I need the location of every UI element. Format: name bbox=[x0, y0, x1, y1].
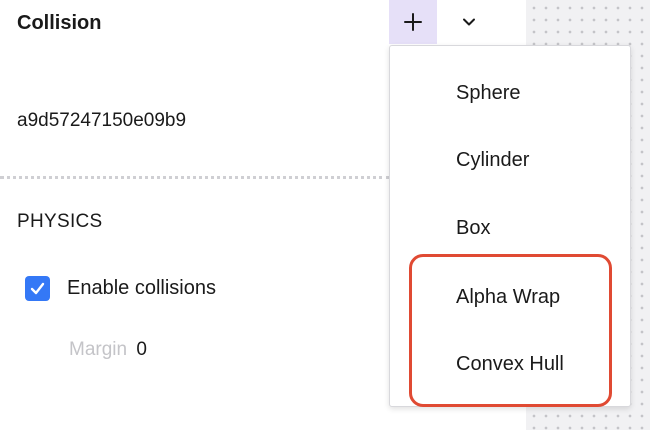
enable-collisions-row[interactable]: Enable collisions bbox=[25, 276, 216, 301]
margin-field[interactable]: Margin 0 bbox=[69, 339, 147, 361]
section-divider bbox=[0, 176, 390, 179]
enable-collisions-label: Enable collisions bbox=[67, 277, 216, 299]
menu-item-convex-hull[interactable]: Convex Hull bbox=[456, 353, 564, 376]
menu-item-cylinder[interactable]: Cylinder bbox=[456, 149, 529, 172]
checkmark-icon bbox=[30, 282, 45, 295]
add-button[interactable] bbox=[389, 0, 437, 44]
enable-collisions-checkbox[interactable] bbox=[25, 276, 50, 301]
object-id: a9d57247150e09b9 bbox=[17, 110, 187, 131]
plus-icon bbox=[404, 13, 422, 31]
margin-label: Margin bbox=[69, 339, 128, 360]
margin-value[interactable]: 0 bbox=[136, 339, 147, 360]
menu-item-sphere[interactable]: Sphere bbox=[456, 82, 521, 105]
menu-item-box[interactable]: Box bbox=[456, 217, 490, 240]
dropdown-toggle-button[interactable] bbox=[445, 0, 493, 44]
chevron-down-icon bbox=[463, 18, 475, 26]
menu-item-alpha-wrap[interactable]: Alpha Wrap bbox=[456, 286, 560, 309]
physics-section-title: PHYSICS bbox=[17, 211, 103, 232]
collision-shape-menu: Sphere Cylinder Box Alpha Wrap Convex Hu… bbox=[389, 45, 631, 407]
panel-title: Collision bbox=[17, 12, 102, 34]
